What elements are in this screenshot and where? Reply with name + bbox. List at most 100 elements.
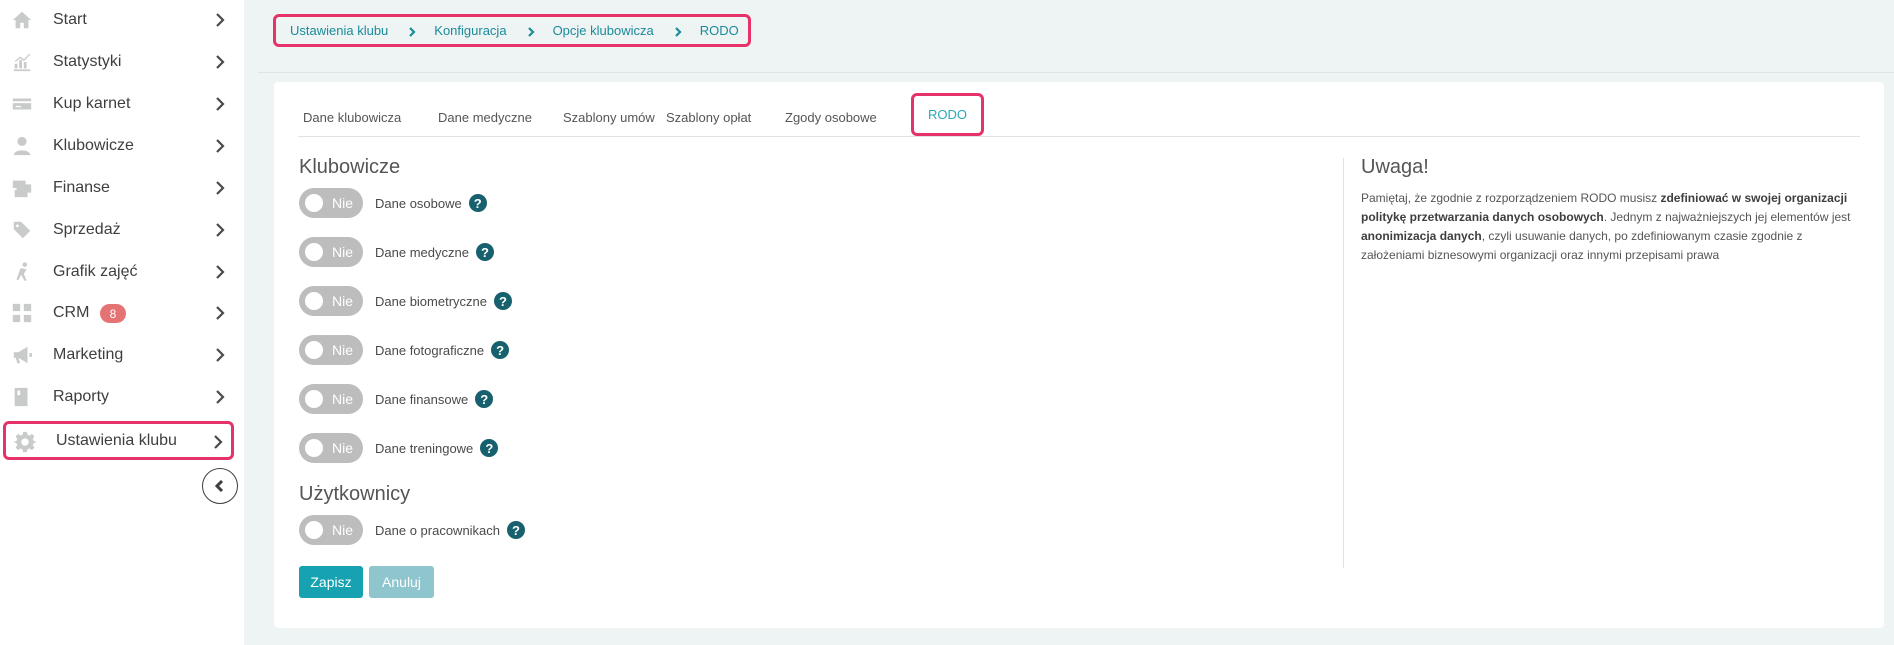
save-button[interactable]: Zapisz: [299, 566, 363, 598]
section-title-klubowicze: Klubowicze: [299, 156, 401, 178]
tab-szablony-oplat[interactable]: Szablony opłat: [666, 110, 751, 125]
sidebar-item-sprzedaz[interactable]: Sprzedaż: [0, 212, 244, 248]
sidebar-item-marketing[interactable]: Marketing: [0, 337, 244, 373]
sidebar-item-grafik-zajec[interactable]: Grafik zajęć: [0, 254, 244, 290]
help-icon[interactable]: ?: [480, 439, 499, 457]
breadcrumb-item-rodo[interactable]: RODO: [700, 23, 739, 38]
setting-row-dane-treningowe: Nie Dane treningowe ?: [299, 433, 499, 463]
megaphone-icon: [11, 344, 33, 366]
breadcrumb: Ustawienia klubu Konfiguracja Opcje klub…: [273, 14, 751, 47]
notice-title: Uwaga!: [1361, 156, 1429, 178]
toggle-label: Nie: [332, 522, 354, 538]
setting-row-dane-medyczne: Nie Dane medyczne ?: [299, 237, 494, 267]
chevron-right-icon: [212, 264, 228, 280]
toggle-knob: [305, 390, 323, 408]
chevron-right-icon: [212, 138, 228, 154]
toggle-knob: [305, 439, 323, 457]
setting-label: Dane o pracownikach: [375, 522, 501, 538]
tab-dane-medyczne[interactable]: Dane medyczne: [438, 110, 532, 125]
sidebar-item-label: Statystyki: [53, 53, 122, 70]
home-icon: [11, 9, 33, 31]
setting-row-dane-biometryczne: Nie Dane biometryczne ?: [299, 286, 512, 316]
setting-label: Dane fotograficzne: [375, 342, 485, 358]
toggle-knob: [305, 292, 323, 310]
toggle-knob: [305, 341, 323, 359]
toggle-dane-biometryczne[interactable]: Nie: [299, 286, 363, 316]
toggle-dane-fotograficzne[interactable]: Nie: [299, 335, 363, 365]
sidebar-item-start[interactable]: Start: [0, 2, 244, 38]
column-divider: [1343, 158, 1344, 568]
chevron-right-icon: [212, 12, 228, 28]
toggle-dane-medyczne[interactable]: Nie: [299, 237, 363, 267]
header-divider: [258, 72, 1894, 73]
chevron-right-icon: [525, 25, 537, 37]
chart-icon: [11, 51, 33, 73]
chevron-right-icon: [212, 96, 228, 112]
finance-icon: [11, 177, 33, 199]
sidebar-item-label: Grafik zajęć: [53, 263, 138, 280]
toggle-dane-o-pracownikach[interactable]: Nie: [299, 515, 363, 545]
gear-icon: [14, 431, 36, 453]
toggle-label: Nie: [332, 440, 354, 456]
setting-row-dane-fotograficzne: Nie Dane fotograficzne ?: [299, 335, 510, 365]
help-icon[interactable]: ?: [494, 292, 512, 310]
chevron-right-icon: [672, 25, 684, 37]
sidebar-item-raporty[interactable]: Raporty: [0, 379, 244, 415]
sidebar-item-klubowicze[interactable]: Klubowicze: [0, 128, 244, 164]
tab-rodo[interactable]: RODO: [911, 93, 984, 136]
sidebar-item-label: CRM: [53, 304, 90, 321]
sidebar-item-kup-karnet[interactable]: Kup karnet: [0, 86, 244, 122]
rodo-notice: Uwaga! Pamiętaj, że zgodnie z rozporządz…: [1361, 156, 1861, 265]
tag-icon: [11, 219, 33, 241]
breadcrumb-item-ustawienia-klubu[interactable]: Ustawienia klubu: [290, 23, 388, 38]
notice-text: Pamiętaj, że zgodnie z rozporządzeniem R…: [1361, 189, 1861, 265]
crm-count-badge: 8: [100, 304, 126, 323]
sidebar-item-crm[interactable]: CRM 8: [0, 295, 244, 331]
breadcrumb-item-opcje-klubowicza[interactable]: Opcje klubowicza: [553, 23, 654, 38]
toggle-knob: [305, 521, 323, 539]
sidebar: Start Statystyki Kup karnet Klubowicze F…: [0, 0, 244, 645]
help-icon[interactable]: ?: [475, 243, 494, 261]
collapse-sidebar-button[interactable]: [202, 468, 238, 504]
setting-label: Dane medyczne: [375, 244, 469, 260]
toggle-knob: [305, 243, 323, 261]
grid-icon: [11, 302, 33, 324]
toggle-dane-finansowe[interactable]: Nie: [299, 384, 363, 414]
chevron-right-icon: [212, 222, 228, 238]
cancel-button[interactable]: Anuluj: [369, 566, 434, 598]
toggle-label: Nie: [332, 244, 354, 260]
toggle-dane-osobowe[interactable]: Nie: [299, 188, 363, 218]
toggle-label: Nie: [332, 342, 354, 358]
toggle-dane-treningowe[interactable]: Nie: [299, 433, 363, 463]
breadcrumb-item-konfiguracja[interactable]: Konfiguracja: [434, 23, 506, 38]
tab-szablony-umow[interactable]: Szablony umów: [563, 110, 655, 125]
setting-row-dane-finansowe: Nie Dane finansowe ?: [299, 384, 494, 414]
sidebar-item-label: Kup karnet: [53, 95, 131, 112]
notice-text-bold: anonimizacja danych: [1361, 229, 1482, 243]
report-icon: [11, 386, 33, 408]
help-icon[interactable]: ?: [468, 194, 487, 212]
toggle-knob: [305, 194, 323, 212]
sidebar-item-label: Raporty: [53, 388, 110, 405]
chevron-right-icon: [212, 389, 228, 405]
sidebar-item-label: Sprzedaż: [53, 221, 121, 238]
tab-bar: Dane klubowicza Dane medyczne Szablony u…: [298, 82, 1860, 137]
help-icon[interactable]: ?: [475, 390, 494, 408]
settings-card: Dane klubowicza Dane medyczne Szablony u…: [274, 82, 1884, 628]
tab-dane-klubowicza[interactable]: Dane klubowicza: [303, 110, 401, 125]
setting-label: Dane biometryczne: [375, 293, 487, 309]
sidebar-item-label: Ustawienia klubu: [56, 431, 177, 449]
help-icon[interactable]: ?: [507, 521, 526, 539]
sidebar-item-finanse[interactable]: Finanse: [0, 170, 244, 206]
section-title-uzytkownicy: Użytkownicy: [299, 483, 411, 505]
tab-zgody-osobowe[interactable]: Zgody osobowe: [785, 110, 877, 125]
setting-label: Dane treningowe: [375, 440, 474, 456]
user-icon: [11, 135, 33, 157]
toggle-label: Nie: [332, 293, 354, 309]
toggle-label: Nie: [332, 391, 354, 407]
sidebar-item-statystyki[interactable]: Statystyki: [0, 44, 244, 80]
sidebar-item-ustawienia-klubu[interactable]: Ustawienia klubu: [3, 421, 234, 460]
sidebar-item-label: Start: [53, 11, 87, 28]
help-icon[interactable]: ?: [491, 341, 510, 359]
chevron-right-icon: [212, 54, 228, 70]
